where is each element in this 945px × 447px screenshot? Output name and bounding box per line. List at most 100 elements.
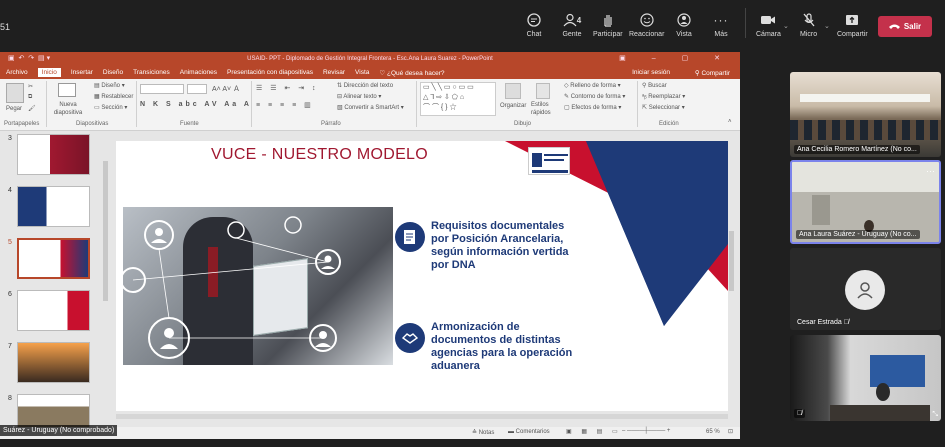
thumb-number: 8 xyxy=(8,395,12,402)
copy-icon[interactable]: ⧉ xyxy=(28,94,32,101)
signin-link[interactable]: Iniciar sesión xyxy=(632,69,670,76)
view-icon xyxy=(676,12,692,28)
ppt-share-button[interactable]: ⚲ Compartir xyxy=(695,69,730,77)
person-icon xyxy=(857,282,873,299)
participant-tile[interactable]: Cesar Estrada 🎙̸ xyxy=(790,248,941,330)
slide-canvas[interactable]: VUCE - NUESTRO MODELO Requisitos documen… xyxy=(116,141,728,411)
view-mode-icons[interactable]: ▣ ▦ ▤ ▭ xyxy=(566,428,622,435)
toolbar-divider xyxy=(745,8,746,38)
mic-chevron-icon[interactable]: ⌄ xyxy=(824,22,830,30)
resize-icon[interactable]: ⤡ xyxy=(932,411,938,419)
find-button[interactable]: ⚲ Buscar xyxy=(642,82,667,89)
collapse-ribbon-icon[interactable]: ˄ xyxy=(728,119,732,125)
handshake-icon xyxy=(395,323,425,353)
font-grow-shrink-icons[interactable]: A˄ A˅ Ａ xyxy=(212,84,240,94)
people-button[interactable]: 4 Gente xyxy=(561,12,583,38)
list-icons[interactable]: ☰ ☰ ⇤ ⇥ ↕ xyxy=(256,84,319,92)
ribbon-divider xyxy=(251,81,252,127)
shape-fill-button[interactable]: ◇ Relleno de forma ▾ xyxy=(564,82,621,89)
menu-diseno[interactable]: Diseño xyxy=(103,69,123,76)
notes-button[interactable]: ≙ Notas xyxy=(472,429,494,436)
arrange-label[interactable]: Organizar xyxy=(500,103,526,109)
people-icon: 4 xyxy=(561,12,583,28)
text-direction-button[interactable]: ⇅ Dirección del texto xyxy=(337,82,393,89)
participant-tile[interactable]: Ana Cecilia Romero Martínez (No co... xyxy=(790,72,941,157)
slide-thumbnail-active[interactable] xyxy=(17,238,90,279)
slide-thumbnail[interactable] xyxy=(17,134,90,175)
shape-outline-button[interactable]: ✎ Contorno de forma ▾ xyxy=(564,93,625,100)
layout-label: Diseño xyxy=(101,83,121,89)
align-text-button[interactable]: ⊟ Alinear texto ▾ xyxy=(337,93,381,100)
window-controls[interactable]: ▣ – ▢ ✕ xyxy=(619,52,732,66)
camera-button[interactable]: Cámara xyxy=(756,12,781,38)
format-painter-icon[interactable]: 🖌 xyxy=(28,105,36,112)
people-label: Gente xyxy=(562,31,582,38)
leave-button[interactable]: Salir xyxy=(878,16,932,37)
shapes-gallery[interactable]: ▭ ╲ ╲ ▭ ○ ▭ ▭ △ ⅂ ⇨ ⇩ ⬠ ⌂ ⌒ ⌒ { } ☆ xyxy=(420,82,496,116)
more-button[interactable]: ··· Más xyxy=(713,12,729,38)
react-button[interactable]: Reaccionar xyxy=(629,12,664,38)
mic-button[interactable]: Micro xyxy=(800,12,817,38)
replace-button[interactable]: ᵃᵦ Reemplazar ▾ xyxy=(642,93,685,100)
quick-styles-icon[interactable] xyxy=(536,83,550,99)
tell-me-label: ¿Qué desea hacer? xyxy=(387,69,445,77)
menu-revisar[interactable]: Revisar xyxy=(323,69,345,76)
horizontal-scrollbar[interactable] xyxy=(116,414,728,419)
ministry-logo xyxy=(528,147,570,175)
menu-presentacion[interactable]: Presentación con diapositivas xyxy=(227,69,313,76)
new-slide-icon[interactable] xyxy=(58,83,76,97)
menu-animaciones[interactable]: Animaciones xyxy=(180,69,217,76)
thumbnail-scrollbar[interactable] xyxy=(103,161,108,301)
menu-inicio[interactable]: Inicio xyxy=(37,68,61,77)
tell-me-box[interactable]: ♡ ¿Qué desea hacer? xyxy=(379,69,444,77)
font-name-select[interactable] xyxy=(140,84,184,94)
shape-effects-button[interactable]: ▢ Efectos de forma ▾ xyxy=(564,104,621,111)
avatar xyxy=(845,270,885,310)
share-button[interactable]: Compartir xyxy=(837,12,868,38)
slide-thumbnail[interactable] xyxy=(17,186,90,227)
teams-toolbar: 51 Chat 4 Gente Participar Reaccionar Vi… xyxy=(0,0,945,44)
zoom-slider[interactable]: – ────┼──── + xyxy=(622,428,670,434)
more-icon: ··· xyxy=(713,13,729,27)
raise-hand-button[interactable]: Participar xyxy=(593,12,623,38)
chat-button[interactable]: Chat xyxy=(526,12,542,38)
zoom-level[interactable]: 65 % xyxy=(706,429,720,435)
participant-tile[interactable]: 🎙̸ ⤡ xyxy=(790,335,941,421)
camera-chevron-icon[interactable]: ⌄ xyxy=(783,22,789,30)
align-icons[interactable]: ≡ ≡ ≡ ≡ ▥ xyxy=(256,101,314,109)
ppt-workspace: 3 4 5 6 7 8 VUCE - NUESTRO MODELO Requis… xyxy=(0,131,740,435)
participant-tile-active[interactable]: Ana Laura Suárez - Uruguay (No co... ··· xyxy=(790,160,941,244)
quick-access-icons[interactable]: ▣ ↶ ↷ ▤ ▾ xyxy=(8,52,50,66)
font-size-select[interactable] xyxy=(187,84,207,94)
select-button[interactable]: ⇱ Seleccionar ▾ xyxy=(642,104,685,111)
ppt-menu-bar: Archivo Inicio Insertar Diseño Transicio… xyxy=(0,66,740,79)
comments-button[interactable]: ▬ Comentarios xyxy=(508,429,550,435)
cursor-icon: ⇱ xyxy=(642,105,649,111)
fit-window-icon[interactable]: ⊡ xyxy=(728,428,733,435)
quick-styles-label[interactable]: Estilos rápidos xyxy=(531,101,561,117)
view-button[interactable]: Vista xyxy=(676,12,692,38)
section-button[interactable]: ▭ Sección ▾ xyxy=(94,104,127,111)
menu-archivo[interactable]: Archivo xyxy=(6,69,28,76)
slide-thumbnail[interactable] xyxy=(17,290,90,331)
pen-icon: ✎ xyxy=(564,94,571,100)
desk xyxy=(830,405,930,421)
paste-icon[interactable] xyxy=(6,83,24,103)
participant-name: Cesar Estrada xyxy=(797,319,842,326)
lightbulb-icon: ♡ xyxy=(379,69,388,77)
slide-thumbnail[interactable] xyxy=(17,342,90,383)
smartart-button[interactable]: ▧ Convertir a SmartArt ▾ xyxy=(337,104,404,111)
menu-insertar[interactable]: Insertar xyxy=(71,69,93,76)
menu-transiciones[interactable]: Transiciones xyxy=(133,69,170,76)
slide-bullet-2: Armonización de documentos de distintas … xyxy=(431,321,573,372)
mic-muted-icon xyxy=(801,12,817,28)
font-format-icons[interactable]: N K S abc AV Aa A xyxy=(140,101,252,108)
arrange-icon[interactable] xyxy=(505,83,521,99)
cut-icon[interactable]: ✂ xyxy=(28,83,33,90)
more-options-icon[interactable]: ··· xyxy=(926,166,935,176)
new-slide-label[interactable]: Nueva diapositiva xyxy=(50,101,86,117)
layout-button[interactable]: ▤ Diseño ▾ xyxy=(94,82,125,89)
slide-scrollbar[interactable] xyxy=(729,231,734,291)
reset-button[interactable]: ▦ Restablecer xyxy=(94,93,133,100)
menu-vista[interactable]: Vista xyxy=(355,69,369,76)
